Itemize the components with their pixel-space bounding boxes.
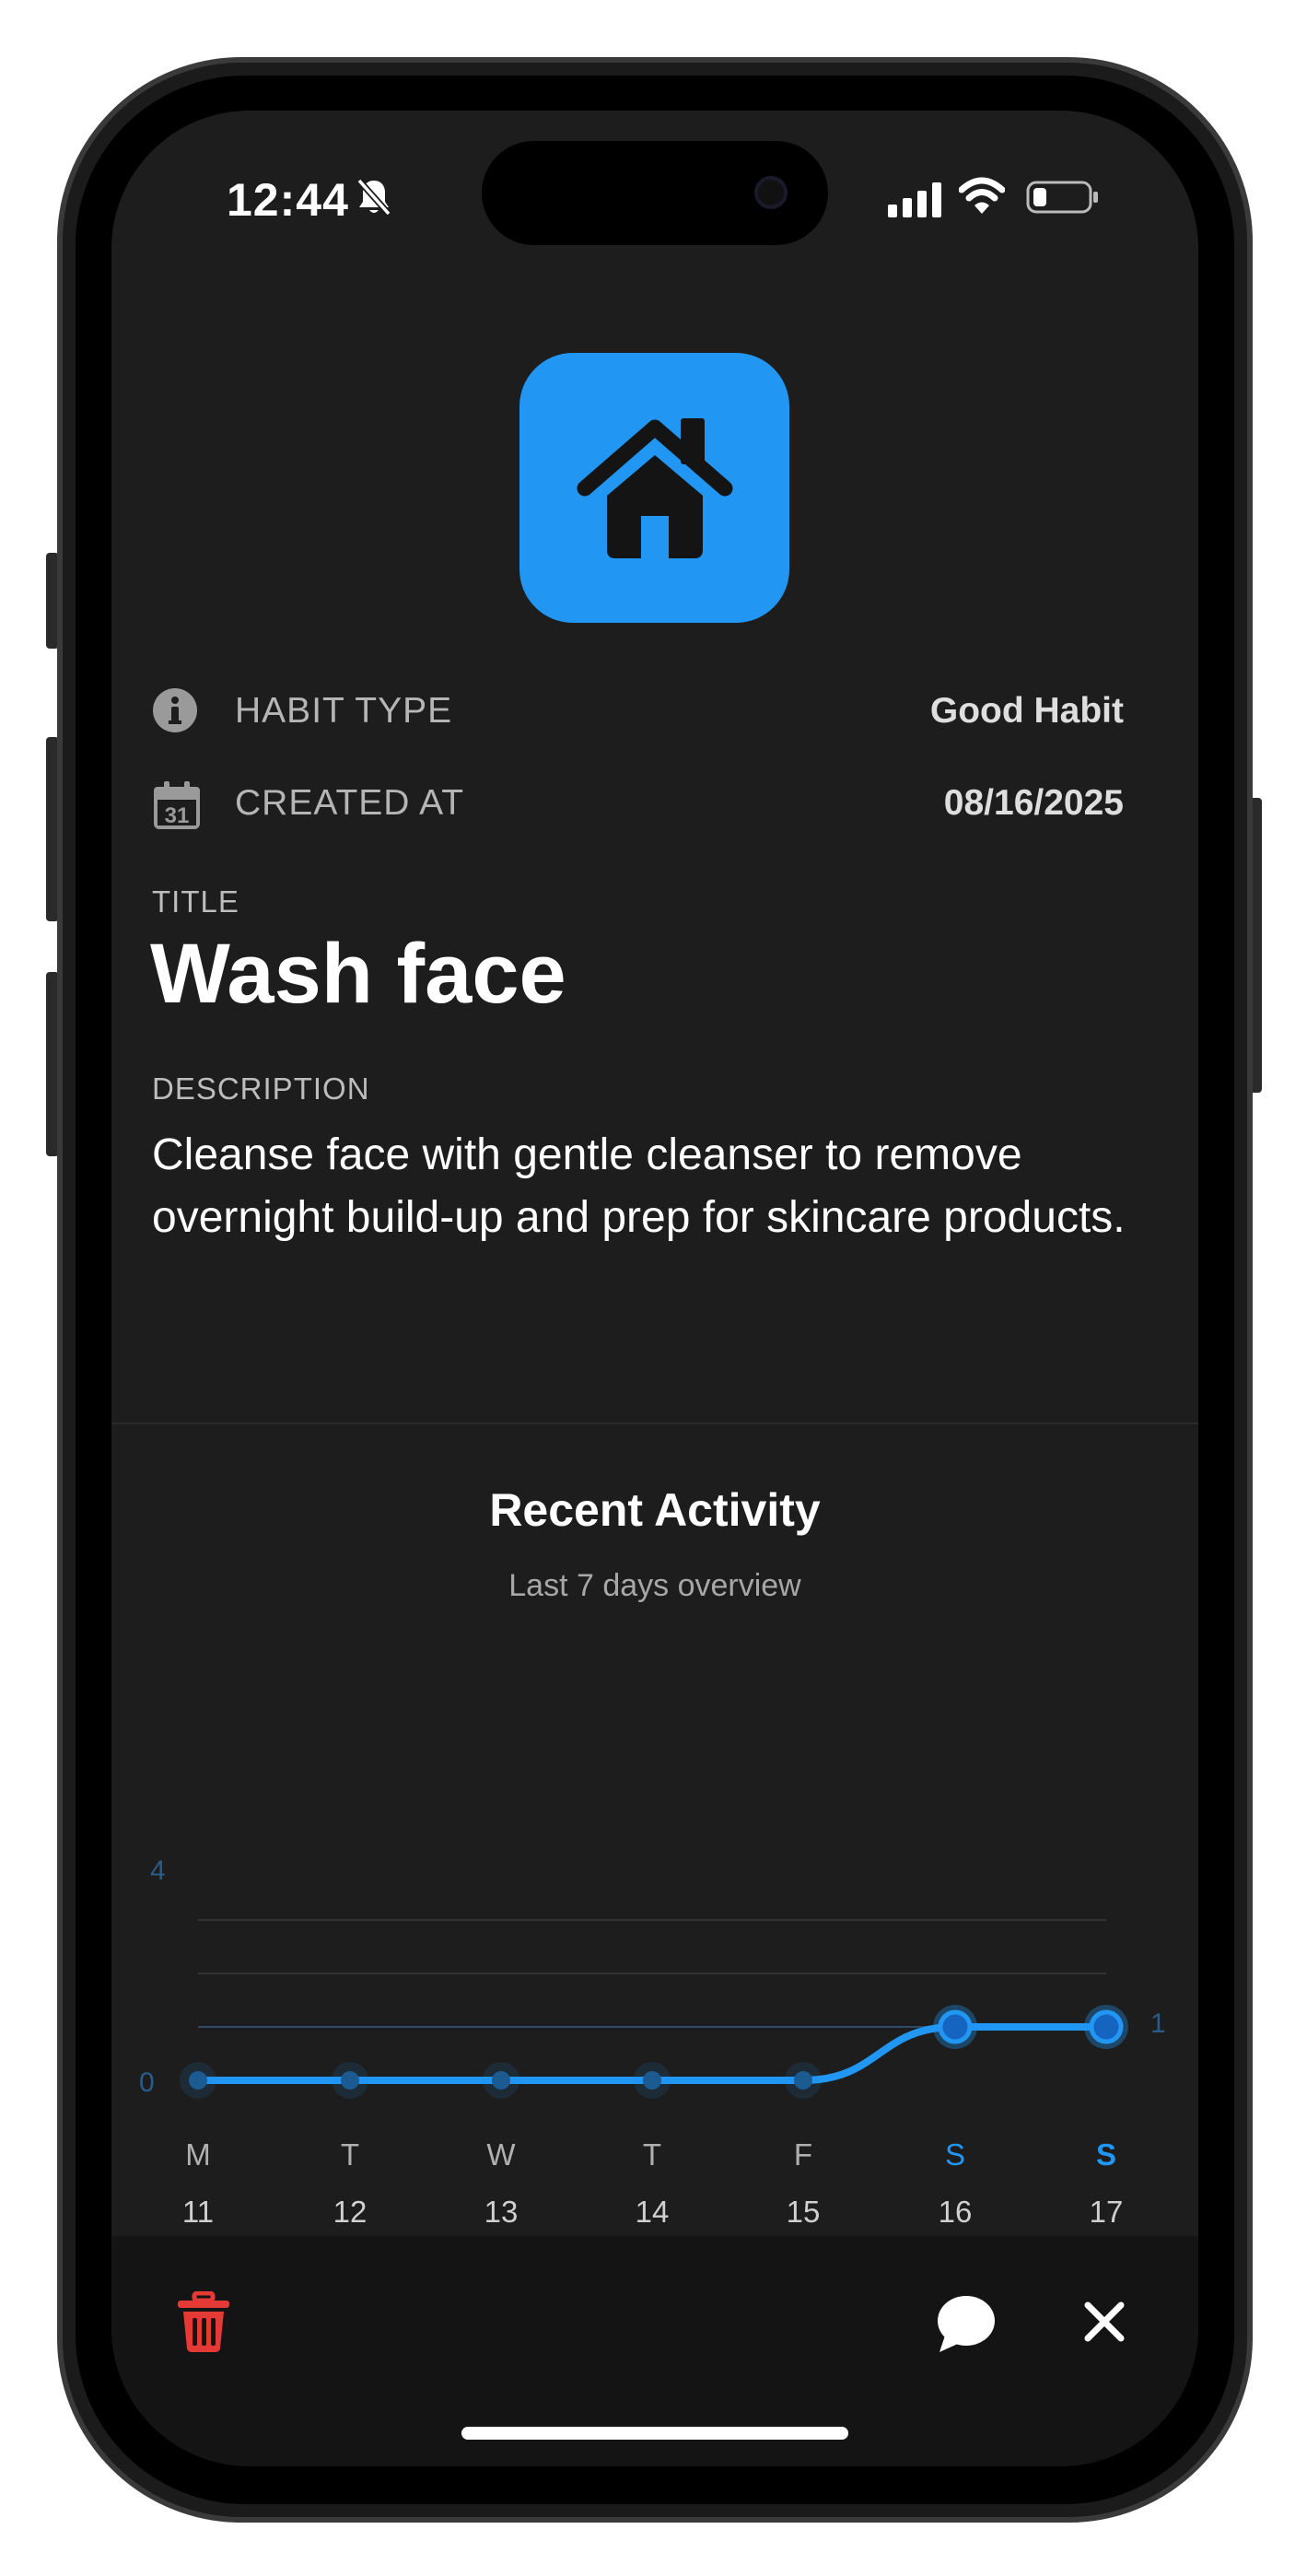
day-letter: W: [486, 2137, 516, 2172]
habit-description: Cleanse face with gentle cleanser to rem…: [152, 1130, 1126, 1242]
trash-icon[interactable]: [176, 2290, 231, 2359]
title-label: TITLE: [152, 884, 239, 919]
bell-slash-icon: [356, 177, 392, 222]
house-icon: [572, 407, 738, 568]
habit-title: Wash face: [150, 927, 566, 1021]
day-number: 12: [333, 2195, 368, 2229]
day-number: 11: [181, 2195, 215, 2229]
calendar-day-text: 31: [165, 803, 190, 828]
app-screen: 12:44 HABIT TYPE Good Habit 31 CREATED A…: [111, 111, 1198, 2466]
day-letter: T: [642, 2137, 662, 2172]
day-number: 17: [1089, 2195, 1124, 2229]
habit-type-label: HABIT TYPE: [235, 691, 453, 731]
created-at-label: CREATED AT: [235, 783, 465, 823]
close-icon[interactable]: [1083, 2301, 1126, 2348]
created-at-value: 08/16/2025: [943, 783, 1124, 823]
info-icon: [152, 687, 198, 738]
day-letter: T: [340, 2137, 360, 2172]
day-column: T 12: [304, 2137, 396, 2230]
section-divider: [111, 1423, 1198, 1424]
day-column: M 11: [152, 2137, 244, 2230]
day-number: 14: [635, 2195, 670, 2229]
camera-lens: [754, 176, 788, 209]
battery-icon: [1026, 181, 1100, 218]
habit-type-row: HABIT TYPE Good Habit: [152, 682, 1124, 737]
day-letter: F: [793, 2137, 813, 2172]
data-point: [189, 2071, 207, 2090]
day-column: T 14: [606, 2137, 698, 2230]
day-number: 16: [938, 2195, 973, 2229]
day-number: 15: [786, 2195, 821, 2229]
day-column: S 17: [1060, 2137, 1152, 2230]
data-point: [938, 2009, 973, 2044]
day-letter: M: [185, 2137, 211, 2172]
habit-icon-tile: [519, 353, 789, 623]
right-axis-label: 1: [1150, 2008, 1166, 2039]
activity-chart: 4 0 1: [139, 1856, 1166, 2099]
y-axis-tick-label: 4: [150, 1856, 166, 1886]
dynamic-island: [482, 141, 828, 245]
data-point: [643, 2071, 661, 2090]
day-letter: S: [1095, 2137, 1116, 2172]
activity-subtitle: Last 7 days overview: [508, 1568, 801, 1603]
habit-type-value: Good Habit: [929, 691, 1124, 731]
activity-title: Recent Activity: [489, 1484, 821, 1536]
day-column: F 15: [757, 2137, 849, 2230]
data-point: [341, 2071, 359, 2090]
status-time: 12:44: [227, 174, 349, 226]
home-indicator: [461, 2427, 848, 2440]
data-point: [492, 2071, 510, 2090]
chat-bubble-icon[interactable]: [936, 2295, 997, 2359]
calendar-icon: 31: [152, 779, 202, 836]
description-label: DESCRIPTION: [152, 1071, 370, 1106]
day-column: W 13: [455, 2137, 547, 2230]
created-at-row: 31 CREATED AT 08/16/2025: [152, 774, 1124, 829]
y-axis-tick-label: 0: [139, 2067, 155, 2098]
data-point: [1089, 2009, 1124, 2044]
day-letter: S: [944, 2137, 965, 2172]
day-column: S 16: [909, 2137, 1001, 2230]
data-point: [794, 2071, 812, 2090]
day-number: 13: [484, 2195, 519, 2229]
wifi-icon: [958, 177, 1006, 220]
cellular-signal-icon: [888, 182, 943, 222]
